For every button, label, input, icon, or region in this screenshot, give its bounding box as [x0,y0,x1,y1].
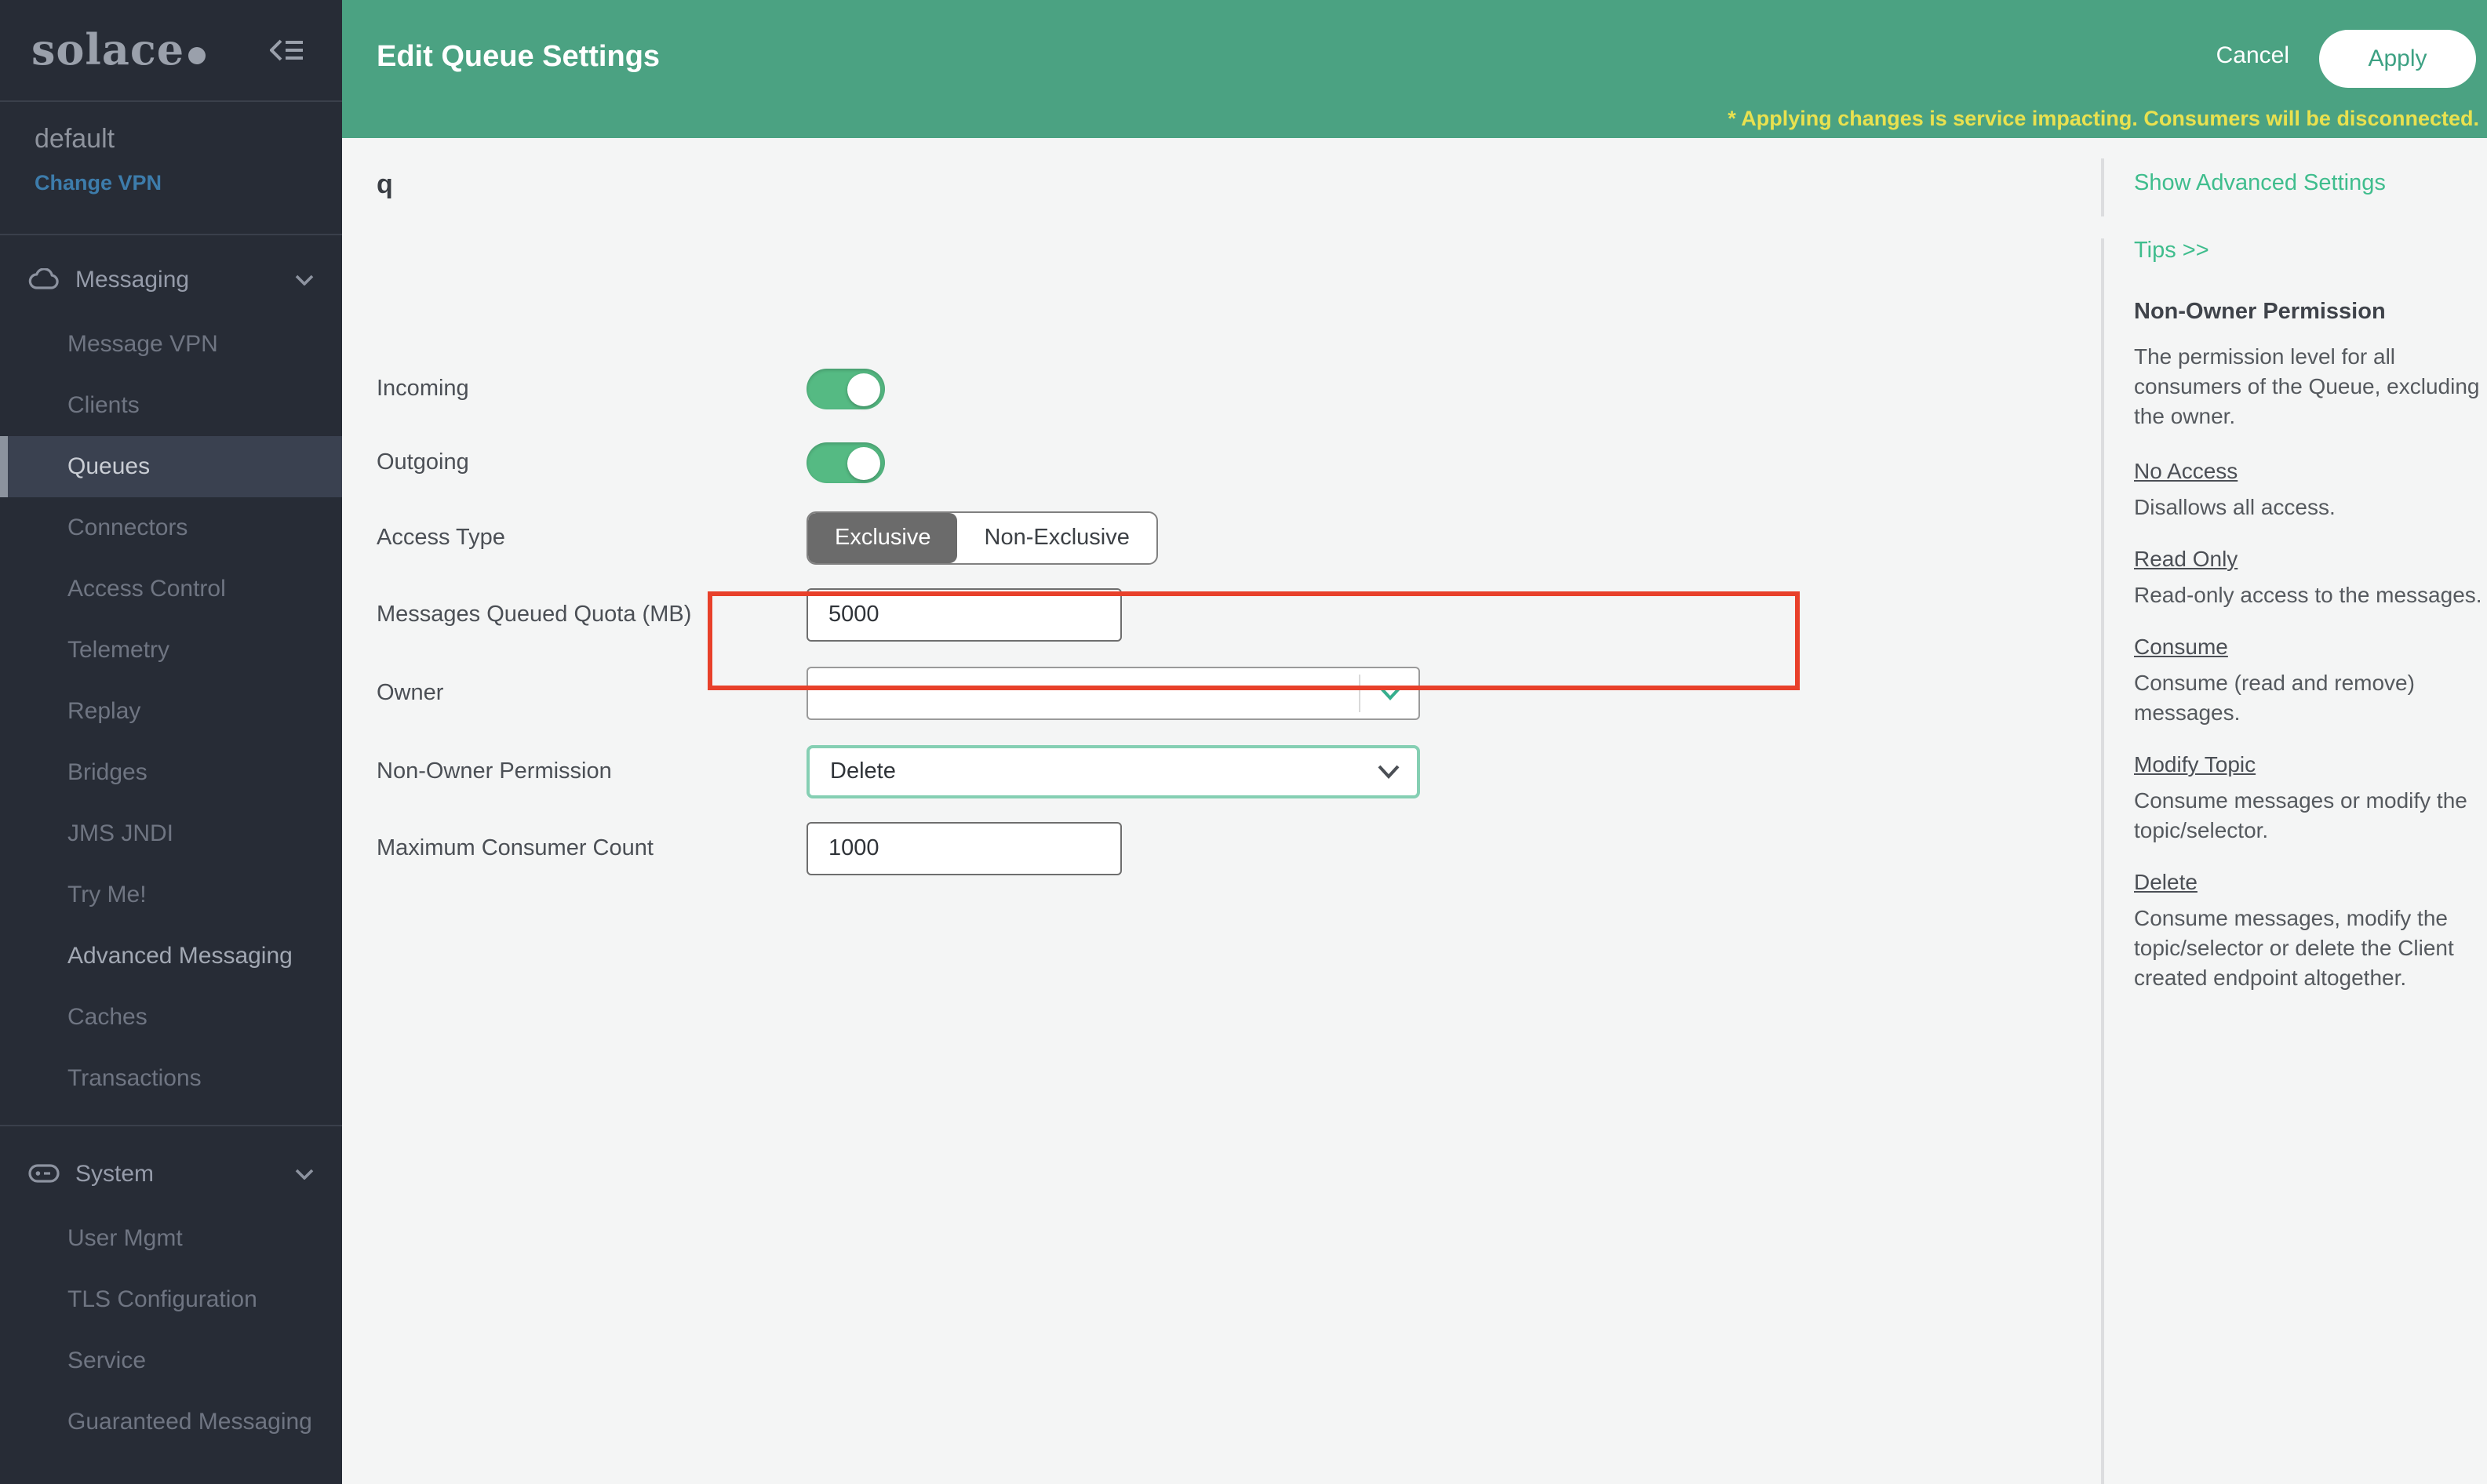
tip-group: Delete Consume messages, modify the topi… [2134,869,2462,993]
tips-list: No Access Disallows all access. Read Onl… [2134,458,2462,993]
chevron-down-icon[interactable] [295,1168,314,1179]
collapse-sidebar-icon[interactable] [270,38,304,63]
access-type-segmented-control: Exclusive Non-Exclusive [807,511,1158,565]
queue-name-heading: q [377,169,393,201]
tip-term-no-access[interactable]: No Access [2134,458,2462,483]
current-vpn-name: default [35,124,342,155]
change-vpn-link[interactable]: Change VPN [35,171,342,195]
tip-term-consume[interactable]: Consume [2134,634,2462,659]
sidebar-item-guaranteed-messaging[interactable]: Guaranteed Messaging [0,1391,342,1453]
non-owner-permission-value: Delete [830,759,896,784]
tip-title: Non-Owner Permission [2134,300,2462,325]
sidebar: solace default Change VPN [0,0,342,1484]
outgoing-row: Outgoing [377,442,885,483]
owner-select[interactable] [807,667,1420,720]
sidebar-nav: Messaging Message VPN Clients Queues Con… [0,235,342,1453]
tip-group: Consume Consume (read and remove) messag… [2134,634,2462,728]
sidebar-item-telemetry[interactable]: Telemetry [0,620,342,681]
quota-label: Messages Queued Quota (MB) [377,602,807,627]
page-title: Edit Queue Settings [377,41,660,75]
select-divider [1359,675,1360,712]
max-consumer-label: Maximum Consumer Count [377,836,807,861]
chevron-down-icon [1379,686,1401,700]
sidebar-item-user-mgmt[interactable]: User Mgmt [0,1208,342,1269]
sidebar-item-caches[interactable]: Caches [0,987,342,1048]
tip-group: Read Only Read-only access to the messag… [2134,546,2462,610]
outgoing-label: Outgoing [377,450,807,475]
sidebar-item-replay[interactable]: Replay [0,681,342,742]
non-owner-permission-select[interactable]: Delete [807,745,1420,798]
access-type-option-exclusive[interactable]: Exclusive [808,513,958,563]
solace-logo: solace [31,29,205,71]
max-consumer-row: Maximum Consumer Count [377,822,1122,875]
non-owner-permission-row: Non-Owner Permission Delete [377,745,1420,798]
edit-queue-form: q Incoming Outgoing Access Type Exclusiv… [342,138,2101,1484]
access-type-label: Access Type [377,526,807,551]
sidebar-item-jms-jndi[interactable]: JMS JNDI [0,803,342,864]
toggle-knob [847,373,880,406]
sidebar-divider [0,1125,342,1126]
apply-button[interactable]: Apply [2319,30,2476,88]
tip-group: Modify Topic Consume messages or modify … [2134,751,2462,846]
sidebar-item-message-vpn[interactable]: Message VPN [0,314,342,375]
show-advanced-settings-link[interactable]: Show Advanced Settings [2134,171,2386,196]
solace-logo-dot [188,46,205,64]
sidebar-item-service[interactable]: Service [0,1330,342,1391]
sidebar-item-access-control[interactable]: Access Control [0,558,342,620]
chevron-down-icon [1378,765,1400,779]
panel-divider-short [2101,158,2104,216]
sidebar-item-clients[interactable]: Clients [0,375,342,436]
solace-logo-text: solace [31,26,184,75]
tip-term-read-only[interactable]: Read Only [2134,546,2462,571]
tips-link[interactable]: Tips >> [2134,238,2209,264]
sidebar-item-bridges[interactable]: Bridges [0,742,342,803]
toggle-knob [847,446,880,479]
sidebar-item-try-me[interactable]: Try Me! [0,864,342,926]
tips-panel: Show Advanced Settings Tips >> Non-Owner… [2101,138,2487,1484]
tip-term-delete[interactable]: Delete [2134,869,2462,894]
page-header: Edit Queue Settings Cancel Apply * Apply… [342,0,2487,138]
sidebar-item-queues[interactable]: Queues [0,436,342,497]
max-consumer-input[interactable] [807,822,1122,875]
quota-input[interactable] [807,588,1122,642]
panel-divider-long [2101,238,2104,1484]
chevron-down-icon[interactable] [295,274,314,285]
screenshot-viewport: solace default Change VPN [0,0,2487,1484]
app-window: solace default Change VPN [0,0,2487,1484]
quota-row: Messages Queued Quota (MB) [377,588,1122,642]
owner-label: Owner [377,681,807,706]
vpn-block: default Change VPN [0,102,342,235]
sidebar-logo-row: solace [0,0,342,102]
sidebar-section-system[interactable]: System [0,1139,342,1208]
incoming-label: Incoming [377,376,807,402]
sidebar-item-advanced-messaging[interactable]: Advanced Messaging [0,926,342,987]
system-icon [28,1164,60,1183]
sidebar-item-connectors[interactable]: Connectors [0,497,342,558]
tip-group: No Access Disallows all access. [2134,458,2462,522]
access-type-option-non-exclusive[interactable]: Non-Exclusive [958,513,1156,563]
non-owner-permission-label: Non-Owner Permission [377,759,807,784]
tip-intro: The permission level for all consumers o… [2134,342,2487,431]
outgoing-toggle[interactable] [807,442,885,483]
sidebar-item-tls-configuration[interactable]: TLS Configuration [0,1269,342,1330]
access-type-row: Access Type Exclusive Non-Exclusive [377,511,1158,565]
sidebar-item-transactions[interactable]: Transactions [0,1048,342,1109]
incoming-toggle[interactable] [807,369,885,409]
cancel-button[interactable]: Cancel [2207,41,2299,71]
tip-term-modify-topic[interactable]: Modify Topic [2134,751,2462,777]
owner-row: Owner [377,667,1420,720]
incoming-row: Incoming [377,369,885,409]
service-impact-warning: * Applying changes is service impacting.… [1728,107,2479,130]
sidebar-section-messaging[interactable]: Messaging [0,245,342,314]
cloud-icon [28,268,60,290]
